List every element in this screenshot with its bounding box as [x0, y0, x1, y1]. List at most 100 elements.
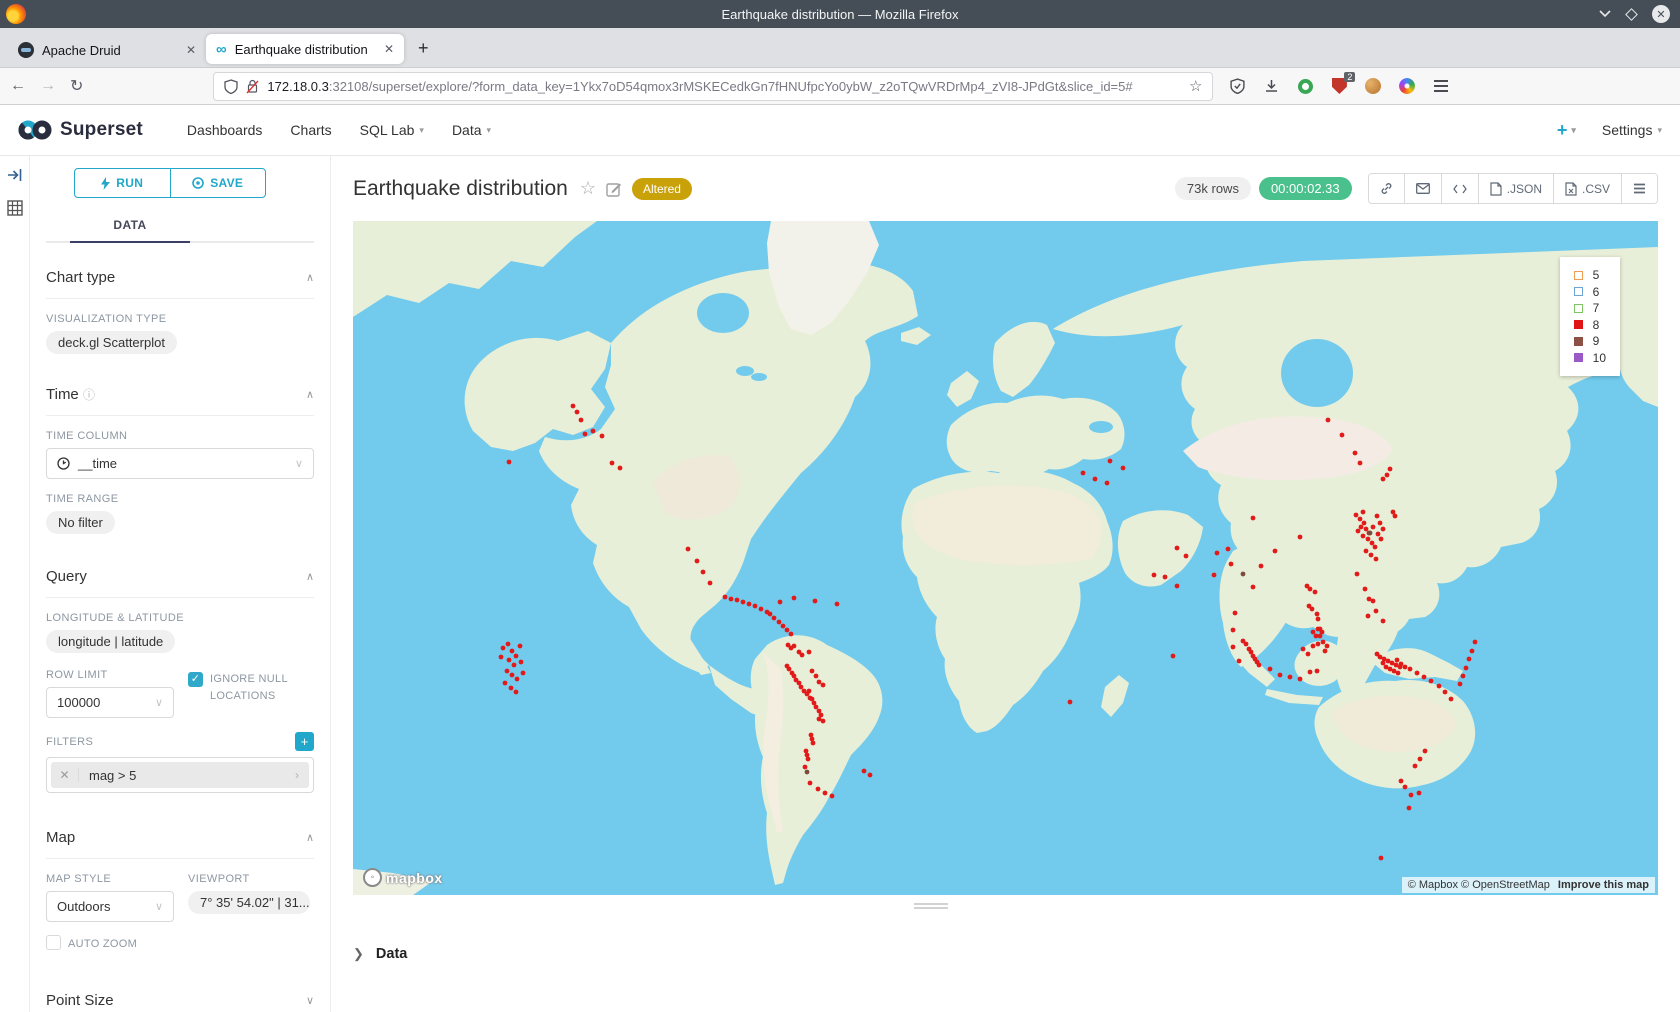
time-range-value[interactable]: No filter [46, 511, 115, 534]
section-query[interactable]: Query∧ [46, 556, 314, 598]
run-button[interactable]: RUN [75, 169, 171, 197]
panel-resize-handle[interactable] [914, 901, 948, 911]
window-close-icon[interactable]: ✕ [1652, 5, 1670, 23]
data-panel-label: Data [376, 946, 407, 962]
section-chart-type[interactable]: Chart type∧ [46, 257, 314, 299]
ignore-null-checkbox-row[interactable]: ✓ IGNORE NULL LOCATIONS [188, 671, 300, 718]
window-minimize-icon[interactable] [1599, 10, 1611, 18]
favorite-star-icon[interactable]: ☆ [580, 178, 596, 199]
window-title: Earthquake distribution — Mozilla Firefo… [0, 7, 1680, 22]
legend-item[interactable]: 5 [1574, 267, 1606, 284]
chevron-up-icon: ∧ [306, 570, 314, 583]
pocket-shield-icon[interactable] [1227, 76, 1247, 96]
nav-data[interactable]: Data▾ [452, 122, 491, 138]
tracking-shield-icon[interactable] [224, 79, 238, 94]
druid-favicon [18, 42, 34, 58]
chevron-down-icon: ∨ [155, 900, 163, 913]
url-host: 172.18.0.3 [267, 79, 328, 94]
new-tab-button[interactable]: + [418, 38, 429, 59]
section-map[interactable]: Map∧ [46, 817, 314, 859]
save-button[interactable]: SAVE [171, 169, 266, 197]
email-button[interactable] [1405, 174, 1442, 203]
legend-item[interactable]: 10 [1574, 350, 1606, 367]
edit-properties-icon[interactable] [606, 181, 622, 197]
collapse-dataset-panel-icon[interactable] [7, 168, 23, 182]
map-legend: 5678910 [1560, 257, 1620, 376]
section-chart-type-body: VISUALIZATION TYPE deck.gl Scatterplot [46, 313, 314, 354]
bookmark-star-icon[interactable]: ☆ [1189, 77, 1202, 95]
viewport-value[interactable]: 7° 35' 54.02" | 31... [188, 891, 310, 914]
mapbox-logo[interactable]: ◦ mapbox [363, 868, 443, 887]
data-panel-toggle[interactable]: ❯ Data [353, 946, 407, 962]
chart-menu-button[interactable] [1622, 174, 1657, 203]
ublock-icon[interactable]: 2 [1329, 76, 1349, 96]
legend-swatch-icon [1574, 337, 1583, 346]
export-json-button[interactable]: .JSON [1479, 174, 1554, 203]
legend-swatch-icon [1574, 320, 1583, 329]
window-maximize-icon[interactable] [1625, 8, 1638, 21]
embed-code-button[interactable] [1442, 174, 1479, 203]
legend-item[interactable]: 6 [1574, 284, 1606, 301]
tab-close-icon[interactable]: ✕ [186, 43, 196, 57]
time-range-label: TIME RANGE [46, 493, 314, 505]
insecure-lock-icon[interactable] [246, 79, 259, 94]
add-filter-button[interactable]: + [295, 732, 314, 751]
viz-type-label: VISUALIZATION TYPE [46, 313, 314, 325]
languagetool-icon[interactable] [1295, 76, 1315, 96]
lonlat-value[interactable]: longitude | latitude [46, 630, 175, 653]
run-save-group: RUN SAVE [74, 168, 266, 198]
export-csv-button[interactable]: .CSV [1554, 174, 1622, 203]
filter-expression: mag > 5 [79, 768, 285, 783]
legend-item[interactable]: 7 [1574, 300, 1606, 317]
lonlat-label: LONGITUDE & LATITUDE [46, 612, 314, 624]
filter-chip[interactable]: ✕ mag > 5 › [51, 762, 309, 788]
clock-icon [57, 457, 70, 470]
chevron-down-icon: ▾ [419, 125, 424, 136]
nav-dashboards[interactable]: Dashboards [187, 122, 263, 138]
url-bar[interactable]: 172.18.0.3:32108/superset/explore/?form_… [213, 72, 1213, 101]
altered-badge: Altered [632, 178, 692, 200]
section-point-size[interactable]: Point Size∨ [46, 979, 314, 1012]
map-style-label: MAP STYLE [46, 873, 174, 885]
row-limit-select[interactable]: 100000 ∨ [46, 687, 174, 718]
checkbox-unchecked-icon[interactable] [46, 935, 61, 950]
chevron-down-icon: ▾ [1657, 125, 1662, 136]
tab-data[interactable]: DATA [70, 210, 190, 243]
time-column-select[interactable]: __time ∨ [46, 448, 314, 479]
reload-icon[interactable]: ↻ [70, 76, 83, 96]
cookie-extension-icon[interactable] [1363, 76, 1383, 96]
attribution-text[interactable]: © Mapbox © OpenStreetMap [1408, 879, 1550, 891]
dataset-grid-icon[interactable] [7, 200, 23, 216]
tab-earthquake-distribution[interactable]: ∞ Earthquake distribution ✕ [206, 34, 404, 64]
superset-logo[interactable]: Superset [18, 119, 143, 141]
tab-close-icon[interactable]: ✕ [384, 42, 394, 56]
menu-icon[interactable] [1431, 76, 1451, 96]
hamburger-icon [1633, 183, 1646, 194]
tab-apache-druid[interactable]: Apache Druid ✕ [8, 33, 206, 67]
time-column-value: __time [78, 456, 117, 471]
forward-icon[interactable]: → [40, 77, 56, 95]
remove-filter-icon[interactable]: ✕ [51, 768, 79, 782]
settings-menu[interactable]: Settings▾ [1602, 122, 1662, 138]
legend-item[interactable]: 8 [1574, 317, 1606, 334]
time-column-label: TIME COLUMN [46, 430, 314, 442]
add-new-button[interactable]: +▾ [1557, 120, 1576, 141]
downloads-icon[interactable] [1261, 76, 1281, 96]
back-icon[interactable]: ← [10, 77, 26, 95]
control-panel: RUN SAVE DATA Chart type∧ VISUALIZATION … [30, 156, 331, 1012]
pinwheel-extension-icon[interactable] [1397, 76, 1417, 96]
checkbox-checked-icon[interactable]: ✓ [188, 672, 203, 687]
improve-map-link[interactable]: Improve this map [1558, 879, 1649, 891]
nav-sql-lab[interactable]: SQL Lab▾ [360, 122, 424, 138]
copy-link-button[interactable] [1369, 174, 1405, 203]
nav-charts[interactable]: Charts [290, 122, 331, 138]
legend-item[interactable]: 9 [1574, 333, 1606, 350]
panel-tabs: DATA [46, 210, 314, 243]
auto-zoom-checkbox-row[interactable]: AUTO ZOOM [46, 934, 174, 953]
map-style-select[interactable]: Outdoors ∨ [46, 891, 174, 922]
section-time[interactable]: Time ⓘ ∧ [46, 374, 314, 416]
bolt-icon [101, 177, 110, 190]
viz-type-value[interactable]: deck.gl Scatterplot [46, 331, 177, 354]
chart-title: Earthquake distribution [353, 177, 568, 201]
deckgl-map[interactable]: 5678910 ◦ mapbox © Mapbox © OpenStreetMa… [353, 221, 1658, 895]
